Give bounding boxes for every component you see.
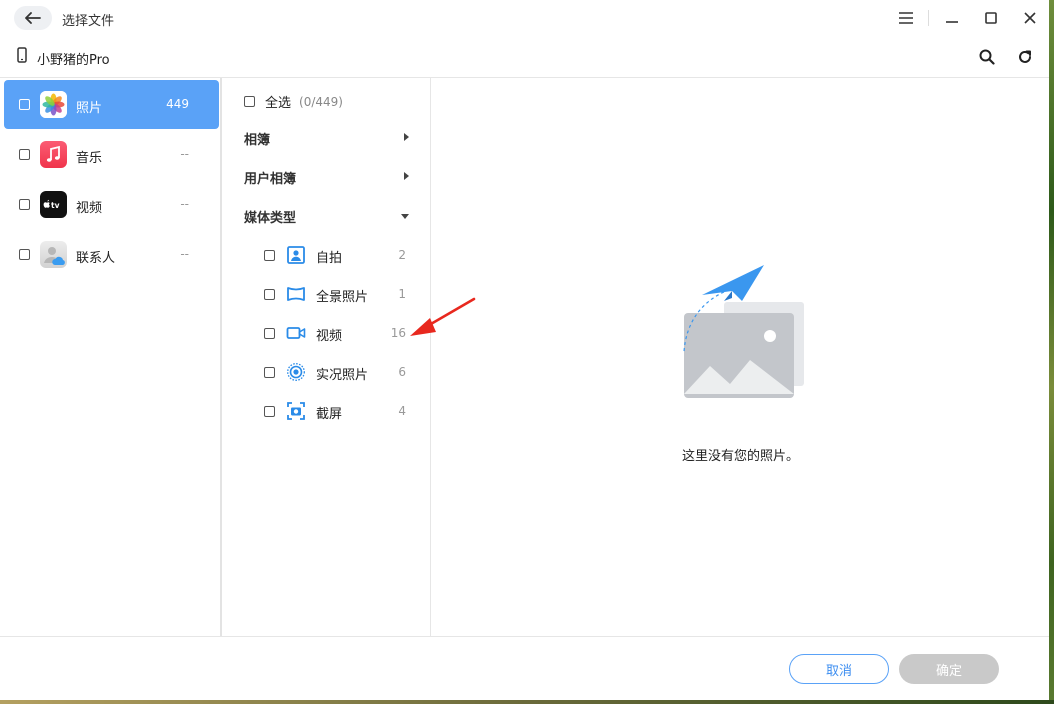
media-type-count: 1 <box>398 287 406 301</box>
close-icon <box>1024 12 1036 24</box>
group-media-types[interactable]: 媒体类型 <box>244 204 414 228</box>
category-label: 视频 <box>76 201 103 216</box>
video-camera-icon <box>286 327 306 339</box>
select-all-label: 全选 <box>265 96 292 111</box>
live-photo-icon <box>287 363 305 381</box>
media-type-screenshot[interactable]: 截屏 4 <box>264 398 410 424</box>
device-bar: 小野猪的Pro <box>0 36 1049 78</box>
search-icon <box>979 49 995 65</box>
media-type-label: 自拍 <box>316 251 343 266</box>
cancel-button[interactable]: 取消 <box>789 654 889 684</box>
caret-right-icon <box>404 172 409 180</box>
group-label: 媒体类型 <box>244 210 297 226</box>
select-all-count: (0/449) <box>299 94 343 109</box>
media-type-checkbox[interactable] <box>264 250 275 261</box>
close-button[interactable] <box>1020 8 1040 28</box>
empty-message: 这里没有您的照片。 <box>681 449 799 464</box>
selfie-icon <box>287 246 305 264</box>
media-type-panorama[interactable]: 全景照片 1 <box>264 281 410 307</box>
media-type-checkbox[interactable] <box>264 367 275 378</box>
device-name: 小野猪的Pro <box>37 53 110 68</box>
music-app-icon <box>40 141 67 168</box>
back-button[interactable] <box>14 6 52 30</box>
svg-text:tv: tv <box>51 201 60 210</box>
caret-down-icon <box>401 214 409 219</box>
media-type-live-photo[interactable]: 实况照片 6 <box>264 359 410 385</box>
category-count: -- <box>180 147 189 161</box>
media-type-checkbox[interactable] <box>264 406 275 417</box>
media-type-count: 2 <box>398 248 406 262</box>
media-type-count: 16 <box>390 326 406 340</box>
window-title: 选择文件 <box>62 14 115 29</box>
group-user-albums[interactable]: 用户相簿 <box>244 165 414 189</box>
category-music[interactable]: 音乐 -- <box>4 130 219 179</box>
group-label: 用户相簿 <box>244 171 297 187</box>
desktop-wallpaper-bottom <box>0 700 1054 704</box>
maximize-button[interactable] <box>981 8 1001 28</box>
confirm-button[interactable]: 确定 <box>899 654 999 684</box>
caret-right-icon <box>404 133 409 141</box>
hamburger-menu-icon <box>899 12 913 24</box>
photos-app-icon <box>40 91 67 118</box>
group-label: 相簿 <box>244 132 271 148</box>
refresh-button[interactable] <box>1014 46 1036 68</box>
phone-icon <box>17 47 27 63</box>
menu-button[interactable] <box>896 8 916 28</box>
empty-photos-illustration <box>683 265 804 398</box>
arrow-left-icon <box>25 12 41 24</box>
category-video[interactable]: tv 视频 -- <box>4 180 219 229</box>
panorama-icon <box>287 287 305 301</box>
apple-tv-app-icon: tv <box>40 191 67 218</box>
category-label: 音乐 <box>76 151 103 166</box>
category-label: 照片 <box>76 101 103 116</box>
category-contacts[interactable]: 联系人 -- <box>4 230 219 279</box>
media-type-count: 6 <box>398 365 406 379</box>
category-label: 联系人 <box>76 251 116 266</box>
category-count: 449 <box>166 97 189 111</box>
title-bar: 选择文件 <box>0 0 1049 36</box>
media-type-selfie[interactable]: 自拍 2 <box>264 242 410 268</box>
category-count: -- <box>180 247 189 261</box>
category-sidebar: 照片 449 音乐 -- tv 视频 -- 联系人 -- <box>0 78 222 636</box>
category-photos[interactable]: 照片 449 <box>4 80 219 129</box>
maximize-icon <box>985 12 997 24</box>
category-photos-checkbox[interactable] <box>19 99 30 110</box>
dialog-footer: 取消 确定 <box>0 636 1049 700</box>
minimize-button[interactable] <box>942 8 962 28</box>
category-music-checkbox[interactable] <box>19 149 30 160</box>
media-type-label: 实况照片 <box>316 368 369 383</box>
media-type-label: 截屏 <box>316 407 343 422</box>
select-all-checkbox[interactable] <box>244 96 255 107</box>
filter-pane: 全选 (0/449) 相簿 用户相簿 媒体类型 自拍 2 全景照片 1 视频 1… <box>224 78 431 636</box>
contacts-app-icon <box>40 241 67 268</box>
annotation-arrow-icon <box>410 297 476 336</box>
file-select-window: 选择文件 小野猪的Pro 照片 449 音乐 -- tv 视频 -- 联系人 -… <box>0 0 1049 700</box>
media-type-checkbox[interactable] <box>264 328 275 339</box>
screenshot-icon <box>287 402 305 420</box>
media-type-label: 全景照片 <box>316 290 369 305</box>
media-type-video[interactable]: 视频 16 <box>264 320 410 346</box>
category-contacts-checkbox[interactable] <box>19 249 30 260</box>
titlebar-divider <box>928 10 929 26</box>
group-albums[interactable]: 相簿 <box>244 126 414 150</box>
minimize-icon <box>946 21 958 23</box>
media-type-label: 视频 <box>316 329 343 344</box>
content-area: 这里没有您的照片。 <box>432 78 1049 636</box>
media-type-count: 4 <box>398 404 406 418</box>
media-type-checkbox[interactable] <box>264 289 275 300</box>
category-count: -- <box>180 197 189 211</box>
search-button[interactable] <box>976 46 998 68</box>
category-video-checkbox[interactable] <box>19 199 30 210</box>
select-all[interactable]: 全选 (0/449) <box>244 92 343 111</box>
refresh-icon <box>1019 50 1031 63</box>
